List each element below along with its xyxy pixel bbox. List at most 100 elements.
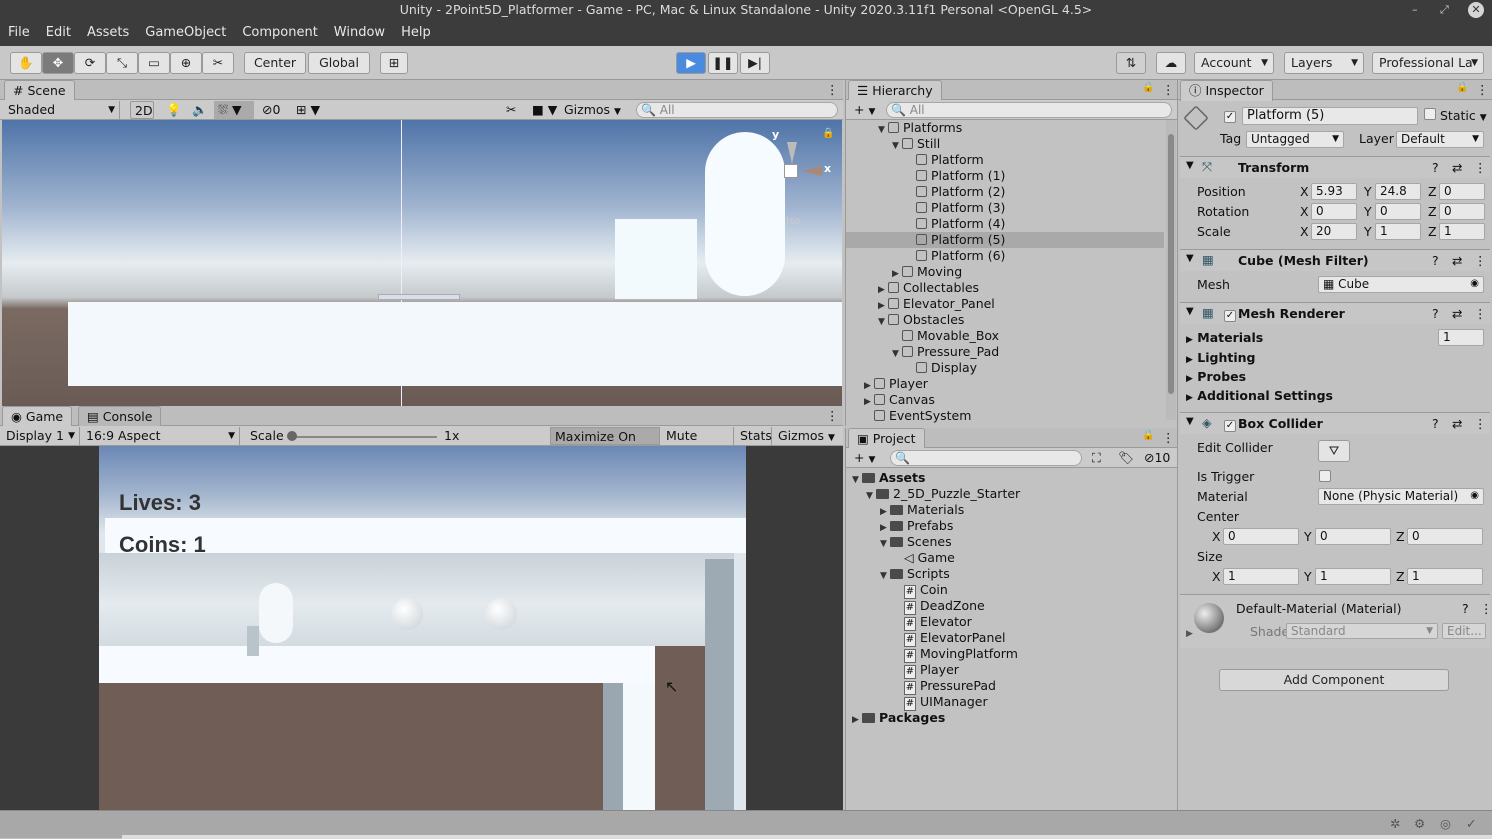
grid-snap-icon[interactable]: ⊞ <box>380 52 408 74</box>
rotation-z-field[interactable]: 0 <box>1439 203 1485 220</box>
material-menu-icon[interactable]: ⋮ <box>1480 601 1492 616</box>
material-header[interactable]: Default-Material (Material) ? ⋮ ▶ Shader… <box>1180 594 1492 648</box>
center-y-field[interactable]: 0 <box>1315 528 1391 545</box>
physic-material-field[interactable]: None (Physic Material) ◉ <box>1318 488 1484 505</box>
edit-collider-button[interactable]: ⛛ <box>1318 440 1350 462</box>
camera-dropdown[interactable]: ■ ▼ <box>528 101 558 119</box>
hierarchy-scroll-thumb[interactable] <box>1168 134 1174 394</box>
audio-toggle-icon[interactable]: 🔈 <box>188 101 208 119</box>
scale-tool-icon[interactable]: ⤡ <box>106 52 138 74</box>
mute-audio-toggle[interactable]: Mute Audio <box>662 427 734 461</box>
scale-z-field[interactable]: 1 <box>1439 223 1485 240</box>
hierarchy-item[interactable]: Platform (4) <box>846 216 1164 232</box>
project-item[interactable]: # Player <box>846 662 959 679</box>
cloud-icon[interactable]: ☁ <box>1156 52 1186 74</box>
play-button[interactable]: ▶ <box>676 52 706 74</box>
object-name-field[interactable]: Platform (5) <box>1242 107 1418 125</box>
hierarchy-item[interactable]: ▼ Pressure_Pad <box>846 344 1164 360</box>
center-z-field[interactable]: 0 <box>1407 528 1483 545</box>
hierarchy-item[interactable]: ▶ Canvas <box>846 392 1164 408</box>
2d-toggle[interactable]: 2D <box>130 101 154 119</box>
account-dropdown[interactable]: Account ▼ <box>1194 52 1274 74</box>
project-item[interactable]: # PressurePad <box>846 678 996 695</box>
close-icon[interactable]: ✕ <box>1468 2 1484 18</box>
mesh-renderer-foldout-arrow[interactable]: ▼ <box>1186 306 1194 317</box>
hierarchy-item[interactable]: ▼ Obstacles <box>846 312 1164 328</box>
mesh-renderer-header[interactable]: ▼ ▦ ✓ Mesh Renderer ? ⇄ ⋮ <box>1180 302 1490 324</box>
scene-pressure-pad[interactable] <box>378 294 460 300</box>
collab-icon[interactable]: ⇅ <box>1116 52 1146 74</box>
tools-icon[interactable]: ✂ <box>502 101 524 119</box>
shader-dropdown[interactable]: Standard ▼ <box>1286 623 1438 639</box>
scene-player-capsule[interactable] <box>705 132 785 296</box>
size-z-field[interactable]: 1 <box>1407 568 1483 585</box>
effects-dropdown[interactable]: ⛆ ▼ <box>214 101 254 119</box>
lighting-foldout[interactable]: ▶ Lighting <box>1186 350 1255 365</box>
box-collider-menu-icon[interactable]: ⋮ <box>1474 416 1487 431</box>
project-item[interactable]: ◁ Game <box>846 550 955 566</box>
search-by-type-icon[interactable]: ⛶ <box>1088 449 1108 467</box>
add-component-button[interactable]: Add Component <box>1219 669 1449 691</box>
mesh-renderer-preset-icon[interactable]: ⇄ <box>1452 306 1462 321</box>
hierarchy-menu-icon[interactable]: ⋮ <box>1162 82 1175 97</box>
position-y-field[interactable]: 24.8 <box>1375 183 1421 200</box>
hierarchy-item[interactable]: ▼ Platforms <box>846 120 1164 136</box>
layer-dropdown[interactable]: Default ▼ <box>1396 131 1484 148</box>
box-collider-foldout-arrow[interactable]: ▼ <box>1186 416 1194 427</box>
additional-settings-foldout[interactable]: ▶ Additional Settings <box>1186 388 1333 403</box>
project-item[interactable]: ▶ Prefabs <box>846 518 953 534</box>
move-tool-icon[interactable]: ✥ <box>42 52 74 74</box>
scale-x-field[interactable]: 20 <box>1311 223 1357 240</box>
hierarchy-item[interactable]: ▶ Collectables <box>846 280 1164 296</box>
project-item[interactable]: ▼ Scenes <box>846 534 952 550</box>
scene-movable-box[interactable] <box>615 219 697 299</box>
menu-window[interactable]: Window <box>326 20 393 46</box>
scene-search-input[interactable]: 🔍 All <box>636 102 838 118</box>
gizmo-y-cone[interactable] <box>787 142 797 164</box>
hierarchy-item[interactable]: ▶ Player <box>846 376 1164 392</box>
box-collider-header[interactable]: ▼ ◈ ✓ Box Collider ? ⇄ ⋮ <box>1180 412 1490 434</box>
project-search-input[interactable]: 🔍 <box>890 450 1082 466</box>
menu-gameobject[interactable]: GameObject <box>137 20 234 46</box>
project-item[interactable]: ▶ Packages <box>846 710 945 726</box>
material-help-icon[interactable]: ? <box>1462 601 1469 616</box>
static-dropdown[interactable]: Static ▼ <box>1440 108 1487 123</box>
layout-dropdown[interactable]: Professional La ▼ <box>1372 52 1484 74</box>
scene-platform-mesh[interactable] <box>68 302 842 386</box>
position-z-field[interactable]: 0 <box>1439 183 1485 200</box>
game-menu-icon[interactable]: ⋮ <box>826 408 839 423</box>
project-item[interactable]: # UIManager <box>846 694 988 711</box>
transform-tool-icon[interactable]: ⊕ <box>170 52 202 74</box>
layers-dropdown[interactable]: Layers ▼ <box>1284 52 1364 74</box>
scene-gizmo-cube[interactable] <box>784 164 798 178</box>
rotation-x-field[interactable]: 0 <box>1311 203 1357 220</box>
game-view[interactable]: Lives: 3 Coins: 1 ↖ <box>99 446 746 810</box>
project-item[interactable]: # Elevator <box>846 614 972 631</box>
hierarchy-item[interactable]: Pressure_Location <box>846 424 1164 426</box>
hierarchy-item[interactable]: Platform (2) <box>846 184 1164 200</box>
pivot-center-button[interactable]: Center <box>244 52 306 74</box>
mesh-renderer-help-icon[interactable]: ? <box>1432 306 1439 321</box>
hierarchy-item[interactable]: Platform (5) <box>846 232 1164 248</box>
rotation-y-field[interactable]: 0 <box>1375 203 1421 220</box>
scale-slider-thumb[interactable] <box>287 431 297 441</box>
hierarchy-item[interactable]: Display <box>846 360 1164 376</box>
menu-assets[interactable]: Assets <box>79 20 137 46</box>
mesh-filter-preset-icon[interactable]: ⇄ <box>1452 253 1462 268</box>
active-checkbox[interactable]: ✓ <box>1224 108 1236 123</box>
mesh-renderer-menu-icon[interactable]: ⋮ <box>1474 306 1487 321</box>
project-item[interactable]: # Coin <box>846 582 948 599</box>
scale-slider-track[interactable] <box>292 436 437 438</box>
transform-menu-icon[interactable]: ⋮ <box>1474 160 1487 175</box>
material-foldout-arrow[interactable]: ▶ <box>1186 629 1193 639</box>
rect-tool-icon[interactable]: ▭ <box>138 52 170 74</box>
scale-y-field[interactable]: 1 <box>1375 223 1421 240</box>
inspector-menu-icon[interactable]: ⋮ <box>1476 82 1489 97</box>
transform-header[interactable]: ▼ ⤧ Transform ? ⇄ ⋮ <box>1180 156 1490 178</box>
tab-game[interactable]: ◉ Game <box>2 406 73 427</box>
materials-count-field[interactable]: 1 <box>1438 329 1484 346</box>
is-trigger-checkbox[interactable] <box>1319 470 1331 485</box>
maximize-on-play-toggle[interactable]: Maximize On Play <box>550 427 660 462</box>
search-by-label-icon[interactable]: 🏷 <box>1114 449 1134 467</box>
mesh-object-field[interactable]: ▦ Cube ◉ <box>1318 276 1484 293</box>
